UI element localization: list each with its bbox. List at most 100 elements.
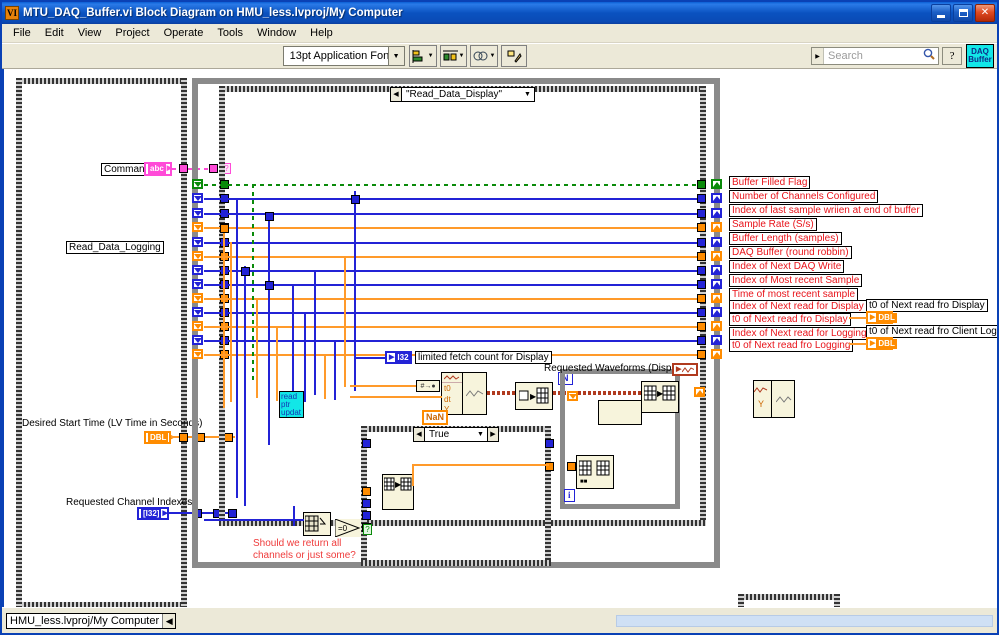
build-array-node-2[interactable]: ▶ xyxy=(641,381,679,413)
wire-array-size-v xyxy=(293,506,295,526)
menu-item-file[interactable]: File xyxy=(6,25,38,41)
menu-item-operate[interactable]: Operate xyxy=(157,25,211,41)
menu-item-view[interactable]: View xyxy=(71,25,109,41)
equal-zero-node[interactable]: =0 xyxy=(334,518,361,538)
true-case-tunnel-b2 xyxy=(362,511,371,520)
true-case-tunnel-out xyxy=(545,439,554,448)
desired-start-time-type: DBL xyxy=(148,432,169,443)
menu-item-window[interactable]: Window xyxy=(250,25,303,41)
block-diagram-canvas[interactable]: Read_Data_Logging Command abc ▶ ? Desire… xyxy=(2,69,997,607)
equal-zero-glyph: =0 xyxy=(334,518,361,538)
menu-item-tools[interactable]: Tools xyxy=(210,25,250,41)
exec-time-struct-right xyxy=(834,594,840,607)
vi-icon-pane[interactable]: DAQ Buffer xyxy=(966,44,995,68)
read-ptr-update-line3: updat xyxy=(281,408,302,417)
output-t0-client-logging-indicator[interactable]: ▶ DBL xyxy=(866,337,897,350)
shift-reg-left-9 xyxy=(192,307,203,317)
build-waveform-node-2[interactable]: Y xyxy=(753,380,795,418)
wire-to-dt xyxy=(350,396,442,398)
menu-bar: File Edit View Project Operate Tools Win… xyxy=(2,24,997,43)
to-double-conversion-node[interactable]: #→● xyxy=(416,380,440,392)
reorder-button[interactable]: ▼ xyxy=(470,45,499,67)
chevron-down-icon[interactable]: ▼ xyxy=(387,47,404,65)
inner-case-selector[interactable]: ◀ "Read_Data_Display" ▼ xyxy=(390,87,535,102)
chevron-down-icon: ▼ xyxy=(489,53,496,59)
help-button[interactable]: ? xyxy=(942,47,963,65)
junction-4 xyxy=(241,267,250,276)
search-input[interactable]: Search xyxy=(824,50,923,62)
shift-reg-right-9 xyxy=(711,307,722,317)
wire-row-1 xyxy=(204,198,702,200)
desired-start-time-control[interactable]: DBL ▶ xyxy=(144,431,175,444)
command-tunnel-2 xyxy=(209,164,218,173)
array-glyph: ▶ xyxy=(519,387,549,404)
wire-t0-display-out xyxy=(849,317,867,319)
true-case-next-arrow-icon[interactable]: ▶ xyxy=(487,428,498,441)
junction-5 xyxy=(265,281,274,290)
menu-item-edit[interactable]: Edit xyxy=(38,25,71,41)
menu-item-project[interactable]: Project xyxy=(108,25,156,41)
index-array-node-1[interactable]: ▶ xyxy=(515,382,553,410)
indicator-label-buffer-filled-flag: Buffer Filled Flag xyxy=(729,176,811,189)
case-dropdown-icon[interactable]: ▼ xyxy=(521,91,534,98)
build-waveform-node[interactable]: t0 dt Y xyxy=(441,372,487,415)
vi-icon-line2: Buffer xyxy=(968,55,992,64)
horizontal-scrollbar[interactable] xyxy=(616,614,993,627)
chevron-left-icon[interactable]: ◀ xyxy=(162,613,176,628)
wire-row-9 xyxy=(204,312,702,314)
wire-v-d xyxy=(344,257,346,387)
limited-fetch-count-constant[interactable]: ▶ I32 xyxy=(385,351,412,364)
command-control[interactable]: abc ▶ xyxy=(144,162,172,176)
font-selector[interactable]: 13pt Application Font ▼ xyxy=(282,46,405,66)
case-prev-arrow-icon[interactable]: ◀ xyxy=(391,88,402,101)
array-size-glyph xyxy=(305,515,327,532)
true-case-tunnel-orange-out xyxy=(567,462,576,471)
wire-row-7 xyxy=(204,284,702,286)
indicator-label-index-most-recent-sample: Index of Most recent Sample xyxy=(729,274,863,287)
read-ptr-update-subvi[interactable]: read ptr updat xyxy=(279,391,304,418)
search-box[interactable]: ▶ Search xyxy=(811,47,940,65)
shift-reg-left-5 xyxy=(192,251,203,261)
close-button[interactable]: ✕ xyxy=(975,4,995,22)
wire-v-n xyxy=(230,242,232,402)
for-loop-bottom xyxy=(560,504,680,509)
control-label-desired-start-time: Desired Start Time (LV Time in Seconds) xyxy=(22,418,203,429)
shift-reg-left-3 xyxy=(192,222,203,232)
wire-v-i xyxy=(276,326,278,401)
requested-waveforms-indicator[interactable]: ▶ xyxy=(672,363,698,376)
autoindex-tunnel xyxy=(567,391,578,401)
cleanup-diagram-button[interactable] xyxy=(501,45,528,67)
minimize-button[interactable] xyxy=(931,4,951,22)
context-indicator-text: HMU_less.lvproj/My Computer xyxy=(10,614,160,627)
maximize-button[interactable] xyxy=(953,4,973,22)
true-case-prev-arrow-icon[interactable]: ◀ xyxy=(414,428,425,441)
waveform-node-2[interactable] xyxy=(598,400,642,425)
wire-waveform-1 xyxy=(487,391,515,395)
true-case-selector[interactable]: ◀ True ▼ ▶ xyxy=(413,427,499,442)
build-waveform-input-t0: t0 xyxy=(444,384,451,393)
shift-reg-left-4 xyxy=(192,237,203,247)
build-array-node-1[interactable]: ■■ xyxy=(576,455,614,489)
array-size-node[interactable] xyxy=(303,512,331,536)
distribute-objects-button[interactable]: ▼ xyxy=(439,45,468,67)
shift-reg-left-10 xyxy=(192,321,203,331)
distribute-objects-icon xyxy=(442,50,458,60)
true-case-selector-label: True xyxy=(429,429,450,440)
true-case-dropdown-icon[interactable]: ▼ xyxy=(474,431,487,438)
menu-item-help[interactable]: Help xyxy=(303,25,340,41)
search-dropdown-icon[interactable]: ▶ xyxy=(812,48,825,64)
requested-channel-indexes-control[interactable]: [I32] ▶ xyxy=(137,507,169,520)
tunnel-right-11 xyxy=(697,336,706,345)
output-t0-display-indicator[interactable]: ▶ DBL xyxy=(866,311,897,324)
nan-constant[interactable]: NaN xyxy=(422,410,449,425)
context-indicator[interactable]: HMU_less.lvproj/My Computer ◀ xyxy=(6,612,177,629)
shift-reg-right-10 xyxy=(711,321,722,331)
shift-reg-left-2 xyxy=(192,208,203,218)
wire-to-array-size xyxy=(204,519,304,521)
build-array-node-true-case[interactable]: ▶ xyxy=(382,474,414,510)
cleanup-diagram-icon xyxy=(507,50,522,63)
align-objects-button[interactable]: ▼ xyxy=(408,45,437,67)
main-structure-top xyxy=(192,78,720,84)
svg-text:▶: ▶ xyxy=(530,392,537,401)
wire-v-m xyxy=(244,266,246,506)
